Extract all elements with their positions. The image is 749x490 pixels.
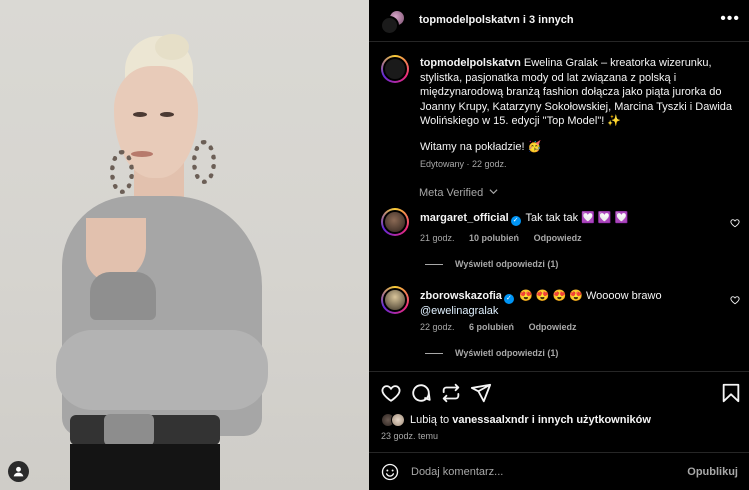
comment-username[interactable]: zborowskazofia bbox=[420, 290, 502, 302]
comment-time[interactable]: 22 godz. bbox=[420, 322, 455, 332]
emoji-icon[interactable] bbox=[381, 463, 399, 481]
meta-verified-toggle[interactable]: Meta Verified bbox=[419, 187, 498, 199]
caption-text: topmodelpolskatvn Ewelina Gralak – kreat… bbox=[420, 56, 738, 129]
heart-icon[interactable] bbox=[380, 382, 402, 404]
comment-text: zborowskazofia ✓ 😍 😍 😍 😍 Woooow brawo @ew… bbox=[420, 289, 720, 318]
photo-eye-right bbox=[160, 112, 174, 117]
comment-likes[interactable]: 6 polubień bbox=[469, 322, 514, 332]
post-author-title[interactable]: topmodelpolskatvn i 3 innych bbox=[419, 14, 574, 26]
view-replies-button[interactable]: Wyświetl odpowiedzi (1) bbox=[425, 259, 558, 269]
post-photo bbox=[0, 0, 369, 490]
comment-body: Tak tak tak 💟 💟 💟 bbox=[525, 212, 629, 224]
view-replies-label: Wyświetl odpowiedzi (1) bbox=[455, 259, 559, 269]
collab-avatars[interactable] bbox=[380, 9, 408, 35]
view-replies-button[interactable]: Wyświetl odpowiedzi (1) bbox=[425, 348, 558, 358]
comment-text: margaret_official ✓ Tak tak tak 💟 💟 💟 bbox=[420, 211, 720, 226]
comment-body: 😍 😍 😍 😍 Woooow brawo bbox=[518, 290, 662, 302]
photo-belt-buckle bbox=[104, 414, 154, 446]
avatar bbox=[380, 16, 399, 35]
heart-icon[interactable] bbox=[730, 218, 740, 228]
chevron-down-icon bbox=[489, 189, 498, 195]
photo-hair-bun bbox=[155, 34, 189, 60]
comment-meta: 22 godz. 6 polubień Odpowiedz bbox=[420, 322, 589, 332]
more-options-icon[interactable]: ••• bbox=[720, 10, 740, 28]
comment-icon[interactable] bbox=[410, 382, 432, 404]
comment-avatar[interactable] bbox=[381, 286, 409, 314]
comment-likes[interactable]: 10 polubień bbox=[469, 233, 519, 243]
photo-earring-left bbox=[110, 150, 134, 194]
photo-eye-left bbox=[133, 112, 147, 117]
replies-divider bbox=[425, 263, 443, 265]
post-header: topmodelpolskatvn i 3 innych ••• bbox=[369, 0, 749, 42]
caption-avatar[interactable] bbox=[381, 55, 409, 83]
bookmark-icon[interactable] bbox=[720, 382, 742, 404]
photo-crossed-arms bbox=[56, 330, 268, 410]
photo-lips bbox=[131, 151, 153, 157]
likes-suffix[interactable]: i innych użytkowników bbox=[532, 414, 651, 426]
heart-icon[interactable] bbox=[730, 295, 740, 305]
comment-username[interactable]: margaret_official bbox=[420, 212, 509, 224]
verified-badge-icon: ✓ bbox=[503, 294, 514, 304]
action-bar bbox=[369, 371, 749, 411]
tagged-users-button[interactable] bbox=[8, 461, 29, 482]
meta-verified-label: Meta Verified bbox=[419, 187, 484, 199]
caption-username[interactable]: topmodelpolskatvn bbox=[420, 57, 521, 69]
likes-user[interactable]: vanessaalxndr bbox=[452, 414, 528, 426]
photo-top bbox=[90, 272, 156, 320]
post-comment-button[interactable]: Opublikuj bbox=[687, 466, 738, 478]
comment-avatar[interactable] bbox=[381, 208, 409, 236]
caption-meta: Edytowany · 22 godz. bbox=[420, 159, 507, 169]
user-tag-icon bbox=[13, 466, 24, 477]
add-comment-bar: Opublikuj bbox=[369, 452, 749, 490]
comment-meta: 21 godz. 10 polubień Odpowiedz bbox=[420, 233, 594, 243]
comment-mention-link[interactable]: @ewelinagralak bbox=[420, 305, 498, 317]
post-time[interactable]: 23 godz. temu bbox=[381, 431, 438, 441]
comment-input[interactable] bbox=[411, 462, 671, 482]
avatar bbox=[391, 413, 405, 427]
reply-button[interactable]: Odpowiedz bbox=[534, 233, 582, 243]
reply-button[interactable]: Odpowiedz bbox=[529, 322, 577, 332]
post-dialog: topmodelpolskatvn i 3 innych ••• topmode… bbox=[0, 0, 749, 490]
likes-prefix: Lubią to bbox=[410, 414, 450, 426]
likes-summary[interactable]: Lubią to vanessaalxndr i innych użytkown… bbox=[381, 413, 651, 427]
photo-pants bbox=[70, 444, 220, 490]
photo-earring-right bbox=[192, 140, 216, 184]
comment-time[interactable]: 21 godz. bbox=[420, 233, 455, 243]
verified-badge-icon: ✓ bbox=[510, 216, 521, 226]
replies-divider bbox=[425, 352, 443, 354]
view-replies-label: Wyświetl odpowiedzi (1) bbox=[455, 348, 559, 358]
caption-second-line: Witamy na pokładzie! 🥳 bbox=[420, 141, 542, 153]
post-side-panel: topmodelpolskatvn i 3 innych ••• topmode… bbox=[369, 0, 749, 490]
send-icon[interactable] bbox=[470, 382, 492, 404]
share-icon[interactable] bbox=[440, 382, 462, 404]
